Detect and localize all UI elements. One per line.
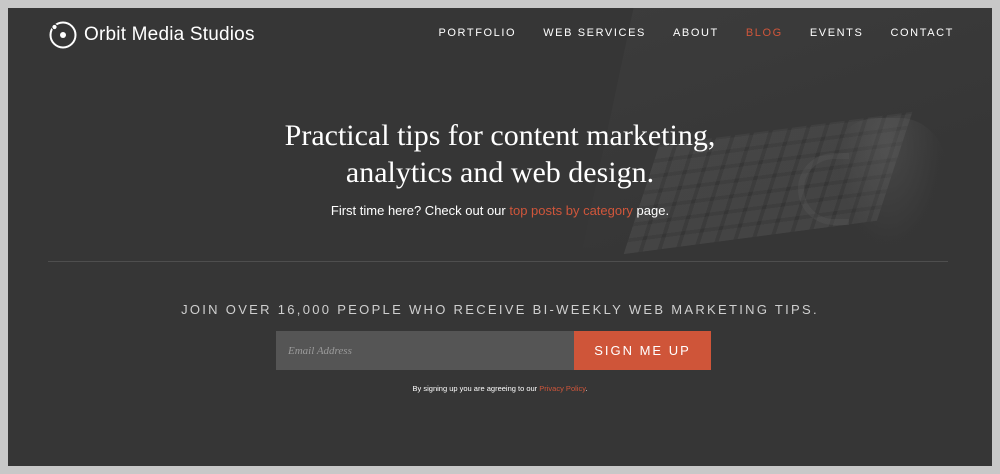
nav-item-blog[interactable]: BLOG: [746, 27, 783, 39]
hero-title-line1: Practical tips for content marketing,: [284, 119, 716, 152]
sign-me-up-button[interactable]: SIGN ME UP: [574, 331, 711, 370]
hero-title-line2: analytics and web design.: [345, 156, 655, 189]
hero-sub-prefix: First time here? Check out our: [330, 203, 510, 218]
nav-item-web-services[interactable]: WEB SERVICES: [543, 27, 646, 39]
policy-suffix: .: [585, 384, 588, 393]
brand-name: Orbit Media Studios: [84, 24, 255, 45]
main-nav: PORTFOLIO WEB SERVICES ABOUT BLOG EVENTS…: [438, 27, 954, 39]
orbit-logo-icon: [49, 21, 77, 49]
nav-item-about[interactable]: ABOUT: [673, 27, 719, 39]
nav-item-portfolio[interactable]: PORTFOLIO: [438, 27, 516, 39]
signup-heading: JOIN OVER 16,000 PEOPLE WHO RECEIVE BI-W…: [181, 302, 819, 317]
section-divider: [48, 261, 948, 262]
brand-logo-link[interactable]: Orbit Media Studios: [48, 20, 255, 50]
nav-item-contact[interactable]: CONTACT: [890, 27, 954, 39]
privacy-notice: By signing up you are agreeing to our Pr…: [0, 384, 1000, 393]
email-field[interactable]: [276, 331, 574, 370]
top-posts-link[interactable]: top posts by category: [509, 203, 633, 218]
hero-subtitle: First time here? Check out our top posts…: [0, 203, 1000, 218]
hero-title: Practical tips for content marketing, an…: [0, 117, 1000, 191]
hero-sub-suffix: page.: [632, 203, 670, 218]
policy-prefix: By signing up you are agreeing to our: [412, 384, 540, 393]
page-frame: [8, 8, 992, 466]
privacy-policy-link[interactable]: Privacy Policy: [539, 384, 585, 393]
nav-item-events[interactable]: EVENTS: [810, 27, 864, 39]
